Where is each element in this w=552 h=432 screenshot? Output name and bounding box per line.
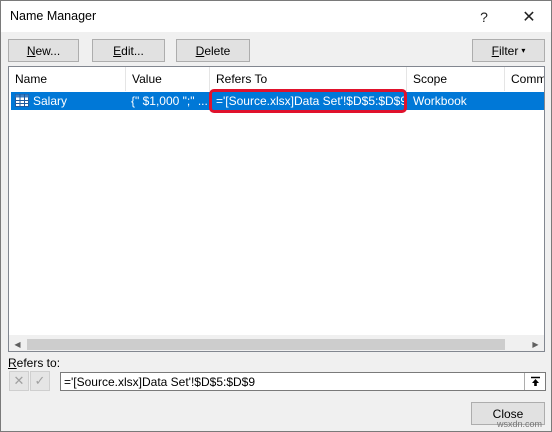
refers-to-highlight	[209, 89, 407, 113]
refers-to-label-text: efers to:	[16, 356, 61, 370]
help-button[interactable]: ?	[462, 1, 506, 32]
column-header-comment[interactable]: Comm	[505, 67, 544, 91]
collapse-dialog-button[interactable]	[524, 373, 545, 390]
filter-button[interactable]: Filter ▾	[472, 39, 545, 62]
scroll-right-icon[interactable]: ▶	[527, 336, 544, 351]
name-manager-dialog: Name Manager ? ✕ New... Edit... Delete F…	[0, 0, 552, 432]
confirm-edit-button[interactable]: ✓	[30, 371, 50, 391]
column-header-value[interactable]: Value	[126, 67, 210, 91]
column-header-refers-to[interactable]: Refers To	[210, 67, 407, 91]
window-close-button[interactable]: ✕	[507, 1, 551, 32]
new-button-accel: N	[26, 43, 36, 58]
edit-button-accel: E	[113, 43, 122, 58]
close-icon: ✕	[522, 8, 536, 26]
new-button[interactable]: New...	[8, 39, 79, 62]
watermark-text: wsxdn.com	[497, 419, 543, 429]
horizontal-scrollbar[interactable]: ◀ ▶	[9, 335, 544, 351]
delete-button[interactable]: Delete	[176, 39, 250, 62]
refers-to-label: Refers to:	[8, 356, 60, 370]
refers-to-label-accel: R	[8, 356, 17, 370]
dropdown-arrow-icon: ▾	[521, 46, 526, 55]
title-bar: Name Manager ? ✕	[1, 1, 551, 32]
column-header-name[interactable]: Name	[9, 67, 126, 91]
refers-to-input[interactable]	[60, 372, 546, 391]
row-name: Salary	[33, 94, 68, 108]
new-button-label: ew...	[35, 43, 61, 58]
table-range-icon	[15, 94, 29, 107]
edit-button-label: dit...	[121, 43, 144, 58]
checkmark-icon: ✓	[34, 373, 46, 388]
cancel-x-icon: ✕	[13, 373, 25, 388]
row-scope: Workbook	[413, 94, 467, 108]
filter-button-accel: F	[491, 43, 499, 58]
scroll-left-icon[interactable]: ◀	[9, 336, 26, 351]
help-icon: ?	[480, 8, 488, 25]
column-header-scope[interactable]: Scope	[407, 67, 505, 91]
collapse-arrow-icon	[530, 376, 540, 386]
delete-button-accel: D	[195, 43, 205, 58]
scrollbar-thumb[interactable]	[27, 339, 505, 350]
cancel-edit-button[interactable]: ✕	[9, 371, 29, 391]
filter-button-label: ilter	[498, 43, 519, 58]
edit-button[interactable]: Edit...	[92, 39, 165, 62]
list-header: Name Value Refers To Scope Comm	[9, 67, 544, 91]
row-value: {" $1,000 ";" ...	[131, 94, 208, 108]
names-list[interactable]: Name Value Refers To Scope Comm Salary {…	[8, 66, 545, 352]
delete-button-label: elete	[204, 43, 231, 58]
window-title: Name Manager	[10, 9, 97, 23]
